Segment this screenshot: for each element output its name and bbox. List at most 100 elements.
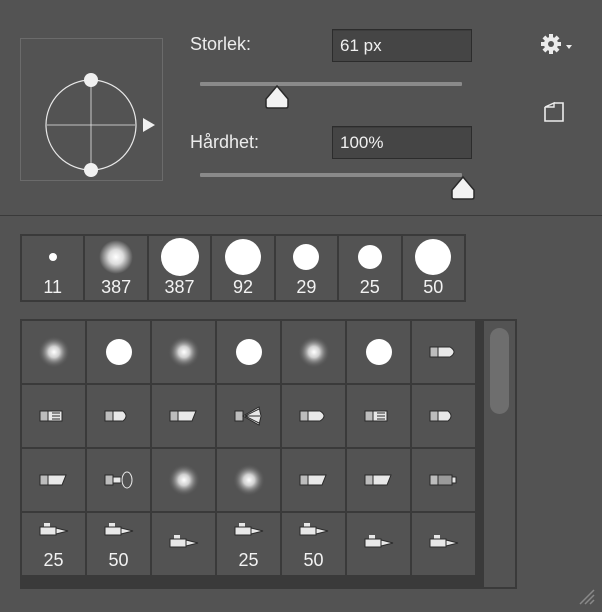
brush-preset-cell[interactable]	[282, 449, 345, 511]
brush-preset-cell[interactable]	[152, 321, 215, 383]
size-slider-thumb[interactable]	[264, 84, 290, 110]
hardness-label: Hårdhet:	[190, 132, 260, 152]
brush-preset-cell[interactable]	[347, 385, 410, 447]
brush-size-value: 50	[303, 550, 324, 570]
brush-preset-cell[interactable]	[347, 321, 410, 383]
brush-preset-cell[interactable]	[412, 449, 475, 511]
soft-round-brush-icon	[232, 464, 265, 496]
angle-roundness-control[interactable]	[21, 39, 164, 182]
preset-brush[interactable]: 25	[339, 236, 401, 300]
preset-brush[interactable]: 387	[85, 236, 147, 300]
hard-round-brush-icon	[235, 339, 262, 365]
angled-bristle-brush-icon	[169, 410, 197, 422]
preset-size-value: 50	[423, 277, 444, 297]
brush-preset-cell[interactable]: 25	[217, 513, 280, 575]
size-label: Storlek:	[190, 34, 252, 54]
hard-round-brush-icon	[160, 238, 199, 276]
preset-brush[interactable]: 50	[402, 236, 464, 300]
airbrush-pen-icon	[39, 523, 68, 536]
brush-preset-cell[interactable]	[152, 449, 215, 511]
brush-preset-cell[interactable]: 50	[87, 513, 150, 575]
brush-size-value: 25	[238, 550, 259, 570]
angle-arrow	[143, 118, 155, 132]
hardness-slider-track[interactable]	[200, 173, 462, 177]
preset-brush[interactable]: 11	[22, 236, 84, 300]
brush-preset-cell[interactable]	[412, 321, 475, 383]
brush-preset-cell[interactable]	[152, 513, 215, 575]
point-erodible-brush-icon	[299, 410, 324, 422]
hard-round-brush-icon	[415, 239, 452, 275]
soft-round-brush-icon	[167, 336, 200, 368]
brush-preset-cell[interactable]	[87, 321, 150, 383]
airbrush-pen-icon	[299, 523, 328, 536]
airbrush-pen-icon	[364, 535, 393, 548]
brush-preset-cell[interactable]	[87, 449, 150, 511]
preset-size-value: 29	[296, 277, 317, 297]
brush-preset-cell[interactable]	[22, 449, 85, 511]
recent-brush-presets: 11 387 387 92 29 25 50	[20, 234, 466, 302]
brush-preset-cell[interactable]	[282, 385, 345, 447]
preset-size-value: 25	[359, 277, 380, 297]
hard-round-brush-icon	[48, 253, 57, 261]
size-slider-track[interactable]	[200, 82, 462, 86]
hard-round-brush-icon	[365, 339, 392, 365]
preset-brush[interactable]: 387	[148, 236, 211, 300]
brush-preset-cell[interactable]	[22, 385, 85, 447]
soft-round-brush-icon	[167, 464, 200, 496]
soft-round-brush-icon	[297, 336, 330, 368]
airbrush-pen-icon	[234, 523, 263, 536]
angled-erodible-brush-icon	[299, 474, 327, 486]
brush-preset-cell[interactable]	[412, 385, 475, 447]
brush-preset-cell[interactable]: 25	[22, 513, 85, 575]
gear-icon[interactable]	[540, 32, 574, 61]
section-divider	[0, 215, 602, 216]
round-tip-bristle-brush-icon	[429, 346, 454, 358]
brush-preset-cell[interactable]	[217, 385, 280, 447]
resize-grip-icon[interactable]	[576, 586, 596, 606]
fan-brush-icon	[234, 406, 262, 426]
preset-size-value: 387	[164, 277, 195, 297]
soft-round-brush-icon	[99, 240, 134, 274]
airbrush-pen-icon	[104, 523, 133, 536]
pencil-erodible-brush-icon	[429, 474, 456, 486]
hard-round-brush-icon	[293, 244, 320, 270]
angled-erodible-brush-icon	[364, 474, 392, 486]
hard-round-brush-icon	[105, 339, 132, 365]
brush-preset-cell[interactable]	[412, 513, 475, 575]
roundness-handle-top	[84, 73, 98, 87]
airbrush-pen-icon	[429, 535, 458, 548]
preset-size-value: 92	[232, 277, 253, 297]
brush-size-value: 50	[108, 550, 129, 570]
brush-preset-cell[interactable]	[347, 449, 410, 511]
new-preset-icon[interactable]	[543, 101, 565, 128]
brush-preset-grid: 25 50 25 50	[20, 319, 517, 589]
flat-bristle-brush-icon	[39, 410, 62, 422]
preset-size-value: 11	[43, 277, 63, 297]
size-input[interactable]: 61 px	[332, 29, 472, 62]
preset-brush[interactable]: 29	[275, 236, 338, 300]
brush-preset-cell[interactable]	[282, 321, 345, 383]
angled-erodible-brush-icon	[39, 474, 67, 486]
brush-preset-cell[interactable]	[22, 321, 85, 383]
brush-preset-cell[interactable]: 50	[282, 513, 345, 575]
preset-brush[interactable]: 92	[212, 236, 274, 300]
hard-round-brush-icon	[357, 245, 382, 269]
airbrush-pen-icon	[169, 535, 198, 548]
brush-preset-cell[interactable]	[152, 385, 215, 447]
soft-round-brush-icon	[37, 336, 70, 368]
brush-preset-cell[interactable]	[347, 513, 410, 575]
flat-erodible-brush-icon	[364, 410, 387, 422]
preset-size-value: 387	[101, 277, 132, 297]
brush-preset-cell[interactable]	[217, 321, 280, 383]
brush-preset-cell[interactable]	[217, 449, 280, 511]
round-bristle-brush-icon	[104, 410, 126, 422]
grid-scrollbar-thumb[interactable]	[490, 328, 509, 414]
hard-round-brush-icon	[224, 239, 261, 275]
hardness-slider-thumb[interactable]	[450, 175, 476, 201]
round-erodible-brush-icon	[429, 410, 451, 422]
roundness-handle-bottom	[84, 163, 98, 177]
brush-angle-preview[interactable]	[20, 38, 163, 181]
brush-preset-cell[interactable]	[87, 385, 150, 447]
hardness-input[interactable]: 100%	[332, 126, 472, 159]
airbrush-icon	[104, 471, 132, 489]
